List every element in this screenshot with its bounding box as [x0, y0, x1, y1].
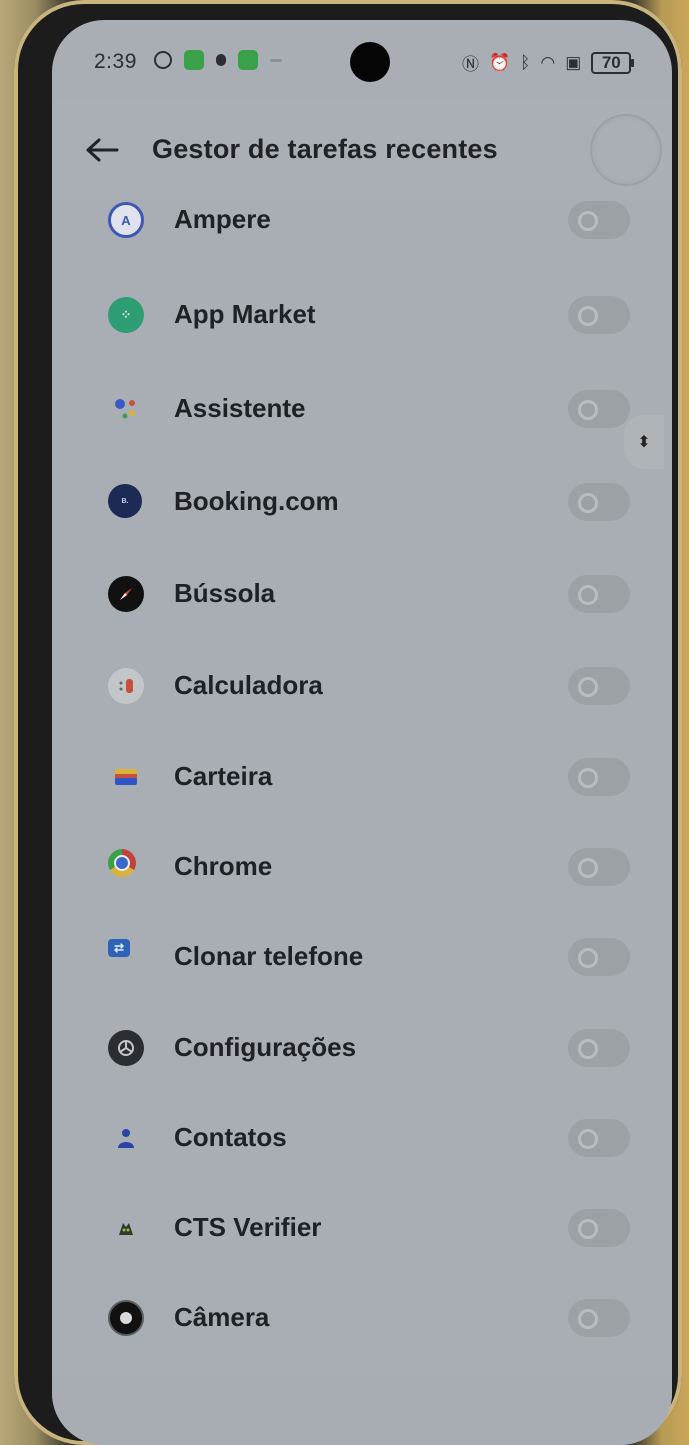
app-name: Chrome [174, 851, 273, 881]
back-button[interactable] [82, 130, 122, 170]
app-name: Clonar telefone [174, 941, 364, 971]
settings-icon [108, 1030, 144, 1066]
app-name: App Market [174, 299, 316, 329]
list-item[interactable]: B. Booking.com [52, 452, 672, 542]
compass-icon [108, 576, 144, 612]
list-item[interactable]: Contatos [52, 1088, 672, 1178]
bluetooth-icon: ᛒ [520, 52, 531, 72]
assistant-icon [108, 391, 144, 427]
system-icons: Ⓝ ⏰ ᛒ ◠ ▣ 70 [462, 50, 635, 75]
lock-toggle[interactable] [568, 296, 630, 334]
battery-icon: 70 [591, 51, 635, 74]
small-notification-icon [216, 54, 226, 66]
lock-toggle[interactable] [568, 848, 630, 886]
list-item[interactable]: Assistente [52, 359, 672, 449]
nfc-icon: Ⓝ [462, 55, 479, 74]
app-name: Bússola [174, 578, 276, 608]
app-name: Configurações [174, 1032, 357, 1062]
calculator-icon [108, 668, 144, 704]
phone-frame: 2:39 Ⓝ ⏰ ᛒ ◠ ▣ 70 Gestor de tarefas rece… [14, 0, 682, 1445]
sim-icon: ▣ [565, 52, 582, 72]
lock-toggle[interactable] [568, 1209, 630, 1247]
whatsapp-notification-icon [184, 50, 204, 70]
page-title: Gestor de tarefas recentes [152, 134, 498, 164]
status-bar: 2:39 Ⓝ ⏰ ᛒ ◠ ▣ 70 [52, 20, 672, 100]
wifi-icon: ◠ [540, 52, 556, 72]
booking-icon: B. [108, 484, 142, 518]
sort-arrows-icon: ⬍ [637, 434, 651, 451]
lock-toggle[interactable] [568, 201, 630, 239]
chrome-icon [108, 849, 136, 877]
app-name: CTS Verifier [174, 1212, 322, 1242]
lock-toggle[interactable] [568, 575, 630, 613]
ampere-icon: A [108, 202, 144, 238]
lock-toggle[interactable] [568, 1029, 630, 1067]
camera-icon [108, 1300, 144, 1336]
lock-toggle[interactable] [568, 483, 630, 521]
list-item[interactable]: Configurações [52, 998, 672, 1088]
clone-phone-icon: ⇄ [108, 939, 130, 957]
app-name: Assistente [174, 393, 306, 423]
app-name: Câmera [174, 1302, 270, 1332]
lock-toggle[interactable] [568, 1119, 630, 1157]
navigation-bar [52, 1370, 672, 1445]
lock-toggle[interactable] [568, 938, 630, 976]
lock-toggle[interactable] [568, 390, 630, 428]
list-item[interactable]: ⁘ App Market [52, 265, 672, 355]
notification-icon [154, 51, 172, 69]
list-item[interactable]: Chrome [52, 817, 672, 907]
app-notification-icon [238, 50, 258, 70]
list-item[interactable]: A Ampere [52, 170, 672, 260]
app-name: Booking.com [174, 486, 339, 516]
list-item[interactable]: CTS Verifier [52, 1178, 672, 1268]
status-time: 2:39 [94, 50, 137, 73]
wallet-icon [108, 759, 144, 795]
list-item[interactable]: ⇄ Clonar telefone [52, 907, 672, 997]
contacts-icon [108, 1120, 144, 1156]
camera-cutout [350, 42, 390, 82]
app-name: Ampere [174, 204, 271, 234]
app-market-icon: ⁘ [108, 297, 144, 333]
more-notifications-icon [270, 58, 282, 62]
app-name: Calculadora [174, 670, 323, 700]
back-arrow-icon [86, 138, 119, 162]
list-item[interactable]: Câmera [52, 1268, 672, 1358]
alarm-icon: ⏰ [489, 52, 511, 72]
app-name: Carteira [174, 761, 273, 791]
android-icon [108, 1210, 144, 1246]
lock-toggle[interactable] [568, 1299, 630, 1337]
phone-screen: 2:39 Ⓝ ⏰ ᛒ ◠ ▣ 70 Gestor de tarefas rece… [52, 20, 672, 1445]
lock-toggle[interactable] [568, 667, 630, 705]
app-name: Contatos [174, 1122, 287, 1152]
fast-scroll-handle[interactable]: ⬍ [624, 415, 664, 469]
list-item[interactable]: Bússola [52, 544, 672, 634]
list-item[interactable]: Calculadora [52, 636, 672, 726]
notification-icons [154, 50, 282, 70]
list-item[interactable]: Carteira [52, 727, 672, 817]
lock-toggle[interactable] [568, 758, 630, 796]
